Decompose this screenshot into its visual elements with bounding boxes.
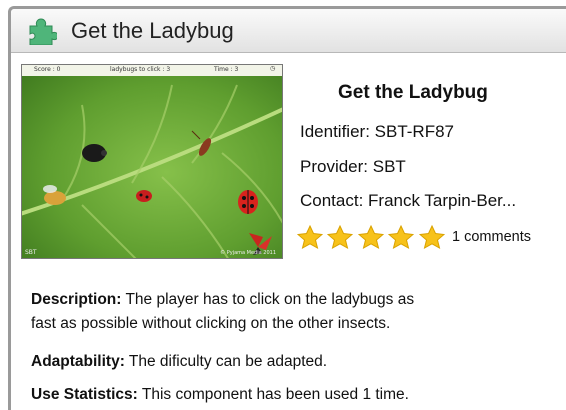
ladybug-game-screenshot [22,65,282,258]
puzzle-piece-icon [29,18,57,45]
identifier-text: Identifier: SBT-RF87 [300,122,455,141]
statistics-paragraph: Use Statistics: This component has been … [31,383,561,407]
comments-link[interactable]: 1 comments [452,229,531,245]
card-title: Get the Ladybug [71,18,234,43]
adaptability-text: The dificulty can be adapted. [124,353,328,370]
provider-text: Provider: SBT [300,157,406,176]
game-thumbnail[interactable]: Score : 0 ladybugs to click : 3 Time : 3… [21,64,283,259]
contact-link[interactable]: Contact: Franck Tarpin-Ber... [300,191,516,211]
description-text: The player has to click on the ladybugs … [121,291,415,308]
thumbnail-footer-right: © Pyjama Media 2011 [220,250,276,256]
star-icon[interactable] [297,225,323,249]
game-hud: Score : 0 ladybugs to click : 3 Time : 3… [22,65,282,76]
hud-score: Score : 0 [34,66,61,73]
star-icon[interactable] [357,225,384,249]
star-icon[interactable] [327,225,354,249]
thumbnail-footer-left: SBT [25,249,37,256]
component-name: Get the Ladybug [338,82,488,103]
hud-time: Time : 3 [214,66,239,73]
statistics-text: This component has been used 1 time. [137,386,409,403]
rating-stars[interactable] [297,225,445,249]
description-text-2: fast as possible without clicking on the… [31,315,391,332]
ladybug-insect [136,190,152,202]
star-icon[interactable] [388,225,415,249]
card-titlebar: Get the Ladybug [11,9,566,53]
adaptability-label: Adaptability: [31,353,125,370]
hud-ladybugs: ladybugs to click : 3 [110,66,171,73]
timer-icon: ◷ [270,65,276,72]
ladybug-insect [238,190,258,214]
statistics-label: Use Statistics: [31,386,138,403]
description-label: Description: [31,291,122,308]
star-icon[interactable] [418,225,445,249]
adaptability-paragraph: Adaptability: The dificulty can be adapt… [31,350,561,374]
description-paragraph: Description: The player has to click on … [31,288,561,336]
